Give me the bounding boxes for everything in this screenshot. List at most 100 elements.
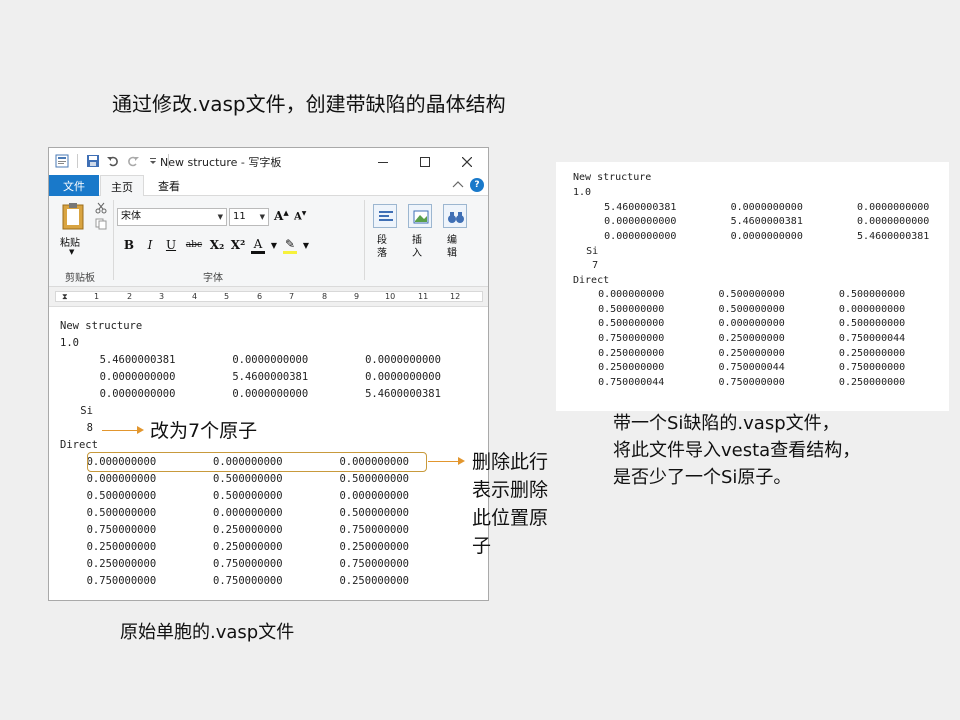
- help-icon[interactable]: ?: [470, 178, 484, 192]
- tab-file[interactable]: 文件: [49, 175, 99, 196]
- underline-button[interactable]: U: [163, 236, 179, 254]
- defect-line: 0.0000000000 0.0000000000 5.4600000381: [556, 231, 930, 242]
- wordpad-app-icon: [55, 154, 69, 168]
- atom-count-line: 8: [55, 422, 93, 434]
- insert-button[interactable]: 插入: [406, 204, 434, 274]
- document-line: 0.750000000 0.750000000 0.250000000: [55, 575, 410, 587]
- document-line: Direct: [60, 439, 98, 451]
- ribbon: 粘贴 ▼ 剪贴板 宋体 ▼ 11 ▼ A▲ A▼ B I U abc X₂ X²…: [49, 196, 488, 287]
- ruler-number: 5: [224, 292, 230, 301]
- shrink-font-icon[interactable]: A▼: [294, 210, 306, 222]
- document-line: 0.000000000 0.500000000 0.500000000: [55, 473, 410, 485]
- document-line: 0.0000000000 5.4600000381 0.0000000000: [49, 371, 441, 383]
- paste-button[interactable]: 粘贴 ▼: [57, 202, 91, 262]
- strikethrough-button[interactable]: abc: [184, 236, 204, 254]
- format-buttons: B I U abc X₂ X² A ▼ ✎ ▼: [121, 236, 310, 254]
- clipboard-group-label: 剪贴板: [65, 273, 95, 284]
- wordpad-window: New structure - 写字板 文件 主页 查看 ? 粘贴 ▼ 剪贴板 …: [48, 147, 489, 601]
- italic-button[interactable]: I: [142, 236, 158, 254]
- document-line: 0.250000000 0.750000000 0.750000000: [55, 558, 410, 570]
- minimize-icon: [378, 161, 388, 163]
- defect-line: 0.750000044 0.750000000 0.250000000: [568, 377, 906, 388]
- ruler-number: 11: [418, 292, 429, 301]
- indent-marker-icon[interactable]: ⧗: [62, 292, 68, 302]
- chevron-down-icon: ▼: [259, 213, 265, 221]
- slide-title: 通过修改.vasp文件，创建带缺陷的晶体结构: [112, 92, 506, 116]
- ruler-number: 8: [322, 292, 328, 301]
- collapse-ribbon-icon[interactable]: [452, 179, 464, 191]
- undo-icon[interactable]: [106, 154, 120, 168]
- subscript-button[interactable]: X₂: [209, 236, 225, 254]
- ruler-number: 10: [385, 292, 396, 301]
- grow-font-icon[interactable]: A▲: [274, 208, 289, 223]
- ribbon-separator: [113, 200, 114, 280]
- close-button[interactable]: [446, 148, 488, 175]
- highlight-color-button[interactable]: ✎: [283, 236, 297, 254]
- defect-caption-line: 带一个Si缺陷的.vasp文件，: [613, 413, 840, 434]
- document-line: Si: [55, 405, 93, 417]
- font-color-dropdown-icon[interactable]: ▼: [270, 236, 278, 254]
- tab-home[interactable]: 主页: [100, 175, 144, 197]
- defect-line: 0.0000000000 5.4600000381 0.0000000000: [556, 216, 930, 227]
- highlight-dropdown-icon[interactable]: ▼: [302, 236, 310, 254]
- ruler-number: 6: [257, 292, 263, 301]
- binoculars-icon: [443, 204, 467, 228]
- window-title: New structure - 写字板: [160, 156, 282, 169]
- font-group-label: 字体: [203, 273, 223, 284]
- delete-row-arrow: [428, 457, 465, 465]
- quick-access-toolbar: [55, 154, 171, 168]
- defect-file-caption: 带一个Si缺陷的.vasp文件， 将此文件导入vesta查看结构， 是否少了一个…: [613, 410, 860, 491]
- document-line: 0.500000000 0.000000000 0.500000000: [55, 507, 410, 519]
- document-line: 0.250000000 0.250000000 0.250000000: [55, 541, 410, 553]
- maximize-button[interactable]: [404, 148, 446, 175]
- defect-line: 0.750000000 0.250000000 0.750000044: [568, 333, 906, 344]
- chevron-down-icon: ▼: [217, 213, 223, 221]
- paragraph-icon: [373, 204, 397, 228]
- ruler[interactable]: ⧗ 1 2 3 4 5 6 7 8 9 10 11 12: [49, 287, 488, 307]
- paragraph-label: 段落: [377, 235, 387, 259]
- paste-dropdown-icon[interactable]: ▼: [69, 248, 74, 256]
- delete-row-annotation: 删除此行 表示删除 此位置原 子: [472, 448, 548, 560]
- copy-icon[interactable]: [95, 218, 107, 230]
- atom-count-arrow: [102, 426, 144, 434]
- ruler-number: 4: [192, 292, 198, 301]
- customize-toolbar-chevron-icon[interactable]: [146, 154, 160, 168]
- bold-button[interactable]: B: [121, 236, 137, 254]
- font-name-value: 宋体: [121, 211, 141, 222]
- original-file-caption: 原始单胞的.vasp文件: [120, 622, 295, 643]
- ruler-number: 3: [159, 292, 165, 301]
- delete-row-annotation-line: 子: [472, 535, 492, 557]
- defect-caption-line: 将此文件导入vesta查看结构，: [613, 440, 861, 461]
- change-atom-count-annotation: 改为7个原子: [150, 420, 258, 442]
- defect-line: 0.250000000 0.750000044 0.750000000: [568, 362, 906, 373]
- paragraph-button[interactable]: 段落: [371, 204, 399, 274]
- clipboard-icon: [62, 203, 84, 230]
- edit-button[interactable]: 编辑: [441, 204, 469, 274]
- defect-line: 0.500000000 0.000000000 0.500000000: [568, 318, 906, 329]
- font-name-select[interactable]: 宋体 ▼: [117, 208, 227, 226]
- redo-icon[interactable]: [126, 154, 140, 168]
- font-size-select[interactable]: 11 ▼: [229, 208, 269, 226]
- document-line: 0.500000000 0.500000000 0.000000000: [55, 490, 410, 502]
- document-line: New structure: [60, 320, 143, 332]
- ruler-number: 9: [354, 292, 360, 301]
- cut-icon[interactable]: [95, 202, 107, 214]
- ribbon-tabs: 文件 主页 查看 ?: [49, 175, 488, 197]
- superscript-button[interactable]: X²: [230, 236, 246, 254]
- title-bar: New structure - 写字板: [49, 148, 488, 175]
- ruler-number: 7: [289, 292, 295, 301]
- minimize-button[interactable]: [362, 148, 404, 175]
- ribbon-separator: [364, 200, 365, 280]
- defect-caption-line: 是否少了一个Si原子。: [613, 467, 792, 488]
- defect-line: 0.500000000 0.500000000 0.000000000: [568, 304, 906, 315]
- defect-line: 5.4600000381 0.0000000000 0.0000000000: [556, 202, 930, 213]
- document-line: 5.4600000381 0.0000000000 0.0000000000: [49, 354, 441, 366]
- font-color-button[interactable]: A: [251, 236, 265, 254]
- defect-line: 1.0: [573, 187, 592, 198]
- save-icon[interactable]: [86, 154, 100, 168]
- picture-icon: [408, 204, 432, 228]
- defect-file-panel: New structure 1.0 5.4600000381 0.0000000…: [556, 162, 949, 411]
- defect-line: 0.000000000 0.500000000 0.500000000: [568, 289, 906, 300]
- edit-label: 编辑: [447, 235, 457, 259]
- tab-view[interactable]: 查看: [147, 175, 191, 196]
